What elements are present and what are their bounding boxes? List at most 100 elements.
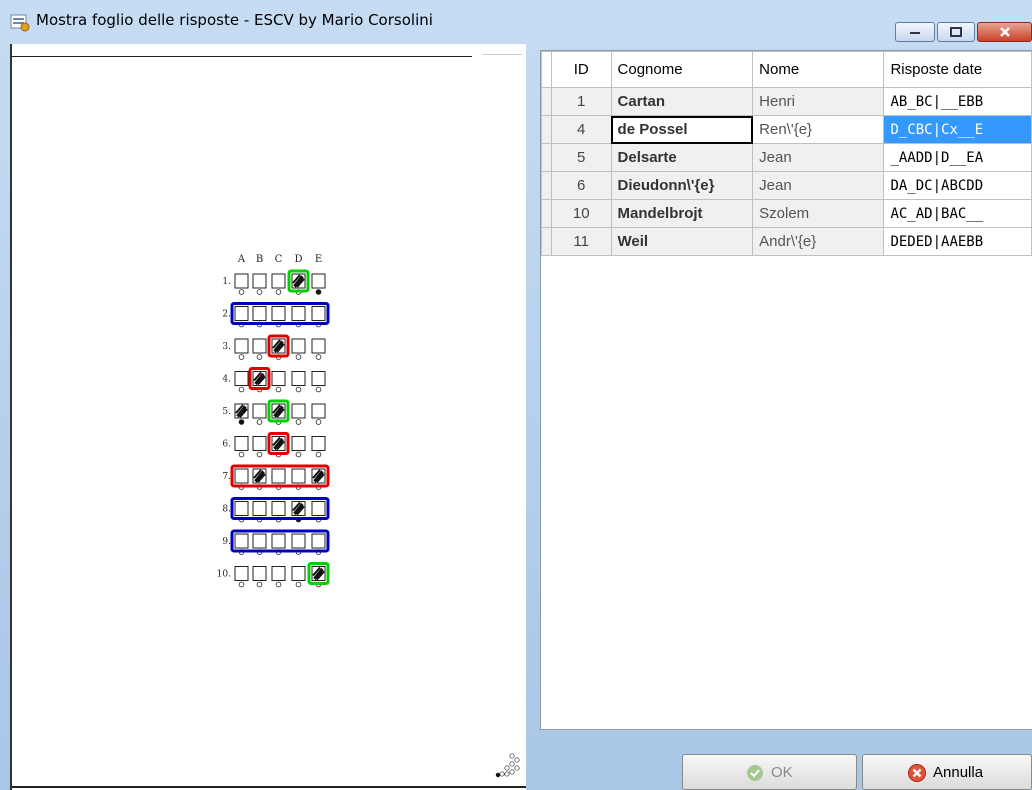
cell-cognome[interactable]: de Possel (610, 115, 754, 144)
cell-id[interactable]: 6 (550, 171, 612, 200)
answer-bubble (315, 451, 322, 458)
answer-checkbox (311, 501, 326, 516)
cell-id[interactable]: 4 (550, 115, 612, 144)
table-row[interactable]: 5 Delsarte Jean _AADD|D__EA (541, 143, 1032, 172)
row-header-cell[interactable] (541, 227, 552, 256)
answer-checkbox (271, 566, 286, 581)
app-icon (10, 14, 30, 32)
question-number: 5. (222, 407, 231, 417)
answer-checkbox (311, 273, 326, 289)
cell-nome[interactable]: Ren\'{e} (752, 115, 885, 144)
answer-checkbox (291, 436, 306, 451)
cell-risposte[interactable]: _AADD|D__EA (883, 143, 1032, 172)
column-letter: E (315, 254, 322, 265)
answer-checkbox (291, 306, 306, 321)
registration-mark (495, 772, 501, 778)
cell-risposte[interactable]: AC_AD|BAC__ (883, 199, 1032, 228)
answer-checkbox (234, 468, 249, 484)
maximize-icon (950, 27, 962, 37)
answer-sheet-image: A B C D E 1. 2. 3. 4. 5. 6. 7. 8. 9. 10. (10, 44, 526, 790)
column-header-cognome[interactable]: Cognome (610, 51, 754, 88)
answer-checkbox (252, 436, 267, 451)
answer-checkbox (252, 306, 267, 321)
cell-risposte[interactable]: AB_BC|__EBB (883, 87, 1032, 116)
answer-checkbox (271, 468, 286, 484)
answer-checkbox (252, 403, 267, 419)
row-header-cell[interactable] (541, 115, 552, 144)
column-letter: B (256, 254, 263, 265)
column-header-id[interactable]: ID (550, 51, 612, 88)
cell-nome[interactable]: Jean (752, 171, 885, 200)
answer-bubble (315, 354, 322, 360)
cell-id[interactable]: 1 (550, 87, 612, 116)
table-row[interactable]: 10 Mandelbrojt Szolem AC_AD|BAC__ (541, 199, 1032, 228)
cell-risposte[interactable]: D_CBC|Cx__E (883, 115, 1032, 144)
ok-label: OK (771, 764, 793, 781)
registration-mark (499, 771, 505, 777)
row-header-cell[interactable] (541, 199, 552, 228)
table-row[interactable]: 1 Cartan Henri AB_BC|__EBB (541, 87, 1032, 116)
corner-cell[interactable] (541, 51, 552, 88)
answer-checkbox (271, 533, 286, 549)
row-header-cell[interactable] (541, 171, 552, 200)
column-header-risposte[interactable]: Risposte date (883, 51, 1032, 88)
column-letter: C (275, 254, 283, 265)
cell-cognome[interactable]: Mandelbrojt (610, 199, 754, 228)
cell-id[interactable]: 11 (550, 227, 612, 256)
answer-bubble (238, 581, 245, 588)
answer-checkbox (311, 306, 326, 321)
row-header-cell[interactable] (541, 87, 552, 116)
column-header-nome[interactable]: Nome (752, 51, 885, 88)
table-row[interactable]: 6 Dieudonn\'{e} Jean DA_DC|ABCDD (541, 171, 1032, 200)
title-bar[interactable]: Mostra foglio delle risposte - ESCV by M… (0, 0, 1032, 43)
responses-table-pane[interactable]: ID Cognome Nome Risposte date 1 Cartan Hen… (540, 50, 1032, 730)
minimize-button[interactable] (895, 22, 935, 42)
cell-risposte[interactable]: DA_DC|ABCDD (883, 171, 1032, 200)
check-circle-icon (747, 765, 763, 781)
answer-bubble (275, 581, 282, 588)
cancel-x-icon (908, 764, 926, 782)
cell-cognome[interactable]: Weil (610, 227, 754, 256)
registration-mark (509, 761, 515, 767)
table-row[interactable]: 11 Weil Andr\'{e} DEDED|AAEBB (541, 227, 1032, 256)
answer-bubble (238, 354, 245, 360)
answer-bubble (295, 581, 302, 588)
cell-cognome[interactable]: Dieudonn\'{e} (610, 171, 754, 200)
cancel-button[interactable]: Annulla (862, 754, 1032, 790)
answer-bubble (238, 386, 245, 393)
ok-button[interactable]: OK (682, 754, 857, 790)
cell-nome[interactable]: Henri (752, 87, 885, 116)
cell-id[interactable]: 5 (550, 143, 612, 172)
answer-checkbox (234, 533, 249, 549)
answer-bubble (295, 354, 302, 360)
cell-risposte[interactable]: DEDED|AAEBB (883, 227, 1032, 256)
answer-checkbox (271, 371, 286, 386)
cell-cognome[interactable]: Cartan (610, 87, 754, 116)
answer-bubble (238, 451, 245, 458)
answer-bubble (256, 451, 263, 458)
answer-checkbox (252, 501, 267, 516)
answer-bubble (315, 289, 322, 295)
answer-checkbox (311, 403, 326, 419)
cell-nome[interactable]: Andr\'{e} (752, 227, 885, 256)
answer-checkbox (252, 533, 267, 549)
row-header-cell[interactable] (541, 143, 552, 172)
answer-bubble (238, 289, 245, 295)
cell-nome[interactable]: Szolem (752, 199, 885, 228)
answer-checkbox (291, 533, 306, 549)
cell-nome[interactable]: Jean (752, 143, 885, 172)
answer-checkbox (291, 566, 306, 581)
close-button[interactable] (977, 22, 1032, 42)
registration-mark (514, 757, 520, 763)
table-header-row: ID Cognome Nome Risposte date (541, 51, 1032, 88)
answer-checkbox (311, 338, 326, 354)
cell-cognome[interactable]: Delsarte (610, 143, 754, 172)
answer-bubble (256, 581, 263, 588)
answer-bubble (256, 354, 263, 360)
answer-checkbox (234, 338, 249, 354)
answer-checkbox (311, 436, 326, 451)
table-row[interactable]: 4 de Possel Ren\'{e} D_CBC|Cx__E (541, 115, 1032, 144)
cell-id[interactable]: 10 (550, 199, 612, 228)
maximize-button[interactable] (937, 22, 975, 42)
answer-checkbox (234, 436, 249, 451)
